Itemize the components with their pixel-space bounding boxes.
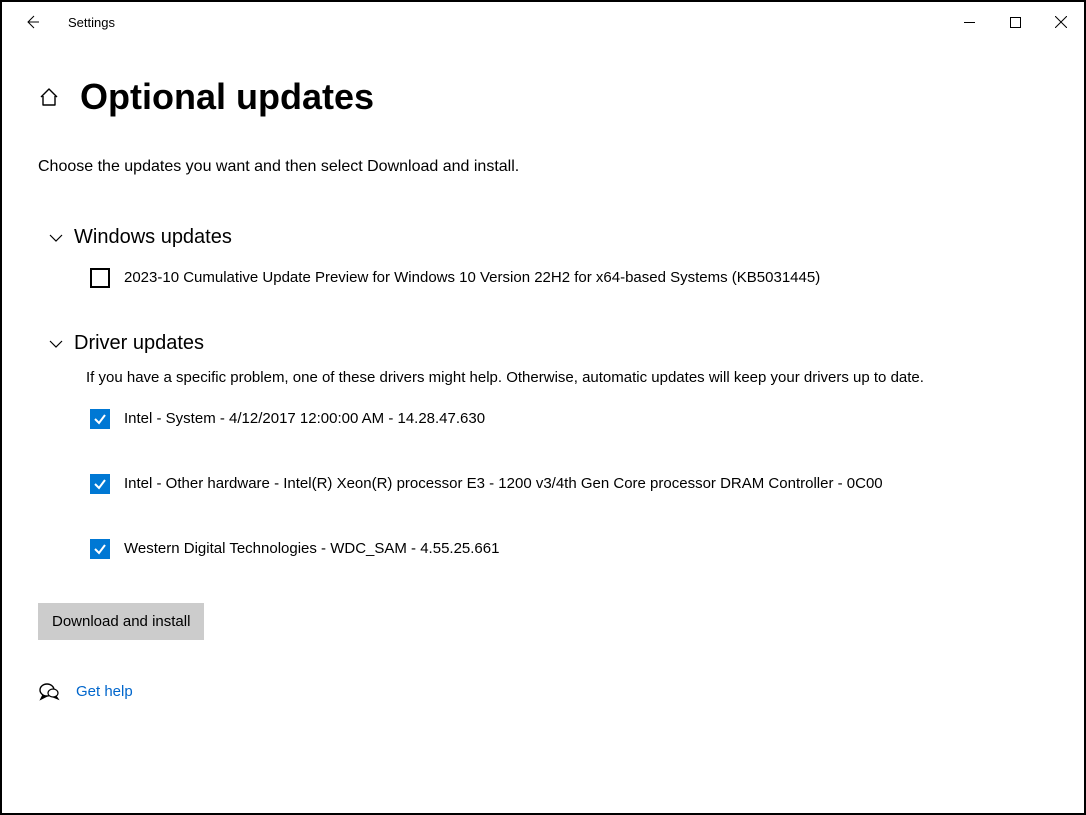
back-button[interactable] xyxy=(14,4,50,40)
maximize-icon xyxy=(1010,17,1021,28)
checkmark-icon xyxy=(93,477,107,491)
update-item: Intel - System - 4/12/2017 12:00:00 AM -… xyxy=(90,408,1048,429)
section-description-drivers: If you have a specific problem, one of t… xyxy=(86,367,1018,388)
update-label: 2023-10 Cumulative Update Preview for Wi… xyxy=(124,267,820,288)
update-label: Intel - Other hardware - Intel(R) Xeon(R… xyxy=(124,473,883,494)
home-icon xyxy=(38,86,60,108)
window-title: Settings xyxy=(68,15,115,30)
checkbox-driver-0[interactable] xyxy=(90,409,110,429)
update-item: 2023-10 Cumulative Update Preview for Wi… xyxy=(90,267,1048,288)
section-driver-updates: Driver updates If you have a specific pr… xyxy=(38,332,1048,559)
minimize-icon xyxy=(964,17,975,28)
checkbox-windows-0[interactable] xyxy=(90,268,110,288)
page-header: Optional updates xyxy=(38,76,1048,118)
section-title-windows: Windows updates xyxy=(74,226,232,249)
window-controls xyxy=(946,6,1084,38)
checkmark-icon xyxy=(93,412,107,426)
chevron-down-icon xyxy=(48,336,64,352)
minimize-button[interactable] xyxy=(946,6,992,38)
help-icon xyxy=(38,680,60,702)
section-header-drivers[interactable]: Driver updates xyxy=(48,332,1048,355)
content-area: Optional updates Choose the updates you … xyxy=(2,42,1084,702)
update-item: Intel - Other hardware - Intel(R) Xeon(R… xyxy=(90,473,1048,494)
get-help-row: Get help xyxy=(38,680,1048,702)
chevron-down-icon xyxy=(48,230,64,246)
titlebar: Settings xyxy=(2,2,1084,42)
section-title-drivers: Driver updates xyxy=(74,332,204,355)
checkbox-driver-2[interactable] xyxy=(90,539,110,559)
section-windows-updates: Windows updates 2023-10 Cumulative Updat… xyxy=(38,226,1048,288)
section-header-windows[interactable]: Windows updates xyxy=(48,226,1048,249)
arrow-left-icon xyxy=(24,14,40,30)
checkbox-driver-1[interactable] xyxy=(90,474,110,494)
checkmark-icon xyxy=(93,542,107,556)
update-label: Intel - System - 4/12/2017 12:00:00 AM -… xyxy=(124,408,485,429)
close-button[interactable] xyxy=(1038,6,1084,38)
maximize-button[interactable] xyxy=(992,6,1038,38)
update-item: Western Digital Technologies - WDC_SAM -… xyxy=(90,538,1048,559)
page-title: Optional updates xyxy=(80,76,374,118)
get-help-link[interactable]: Get help xyxy=(76,683,133,700)
home-button[interactable] xyxy=(38,86,60,108)
close-icon xyxy=(1055,16,1067,28)
update-label: Western Digital Technologies - WDC_SAM -… xyxy=(124,538,499,559)
download-and-install-button[interactable]: Download and install xyxy=(38,603,204,640)
page-instruction: Choose the updates you want and then sel… xyxy=(38,158,1048,176)
